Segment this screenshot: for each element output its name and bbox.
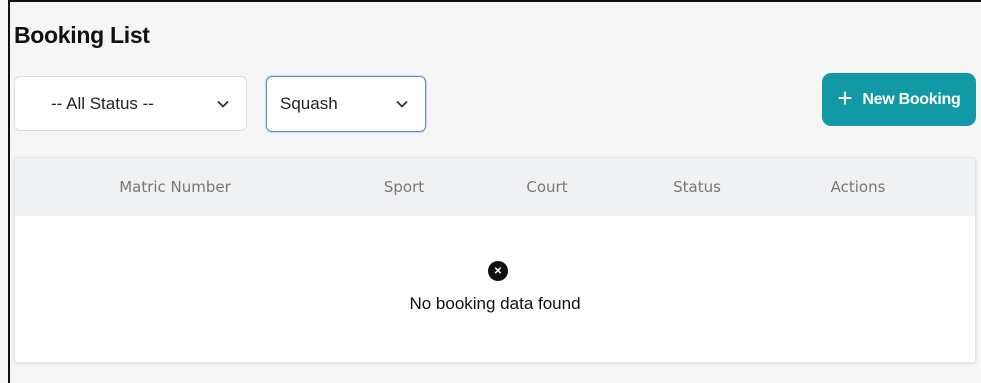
sport-filter-select[interactable]: Squash [266,76,426,132]
status-filter-select[interactable]: -- All Status -- [14,76,247,131]
page-title: Booking List [14,22,150,48]
chevron-down-icon [391,100,413,108]
empty-state-message: No booking data found [409,294,581,313]
close-circle-icon: ✕ [488,261,508,281]
column-header-actions: Actions [830,178,886,196]
booking-table: Matric Number Sport Court Status Actions… [14,157,976,363]
new-booking-label: New Booking [862,90,961,108]
status-filter-value: -- All Status -- [51,93,154,113]
column-header-matric-number: Matric Number [119,178,231,196]
column-header-status: Status [673,178,721,196]
sport-filter-value: Squash [280,94,338,113]
table-header: Matric Number Sport Court Status Actions [15,158,975,216]
page-frame: Booking List -- All Status -- Squash + N… [8,0,981,383]
chevron-down-icon [212,100,234,108]
new-booking-button[interactable]: + New Booking [822,73,976,126]
column-header-court: Court [526,178,568,196]
plus-icon: + [837,83,853,113]
column-header-sport: Sport [383,178,425,196]
